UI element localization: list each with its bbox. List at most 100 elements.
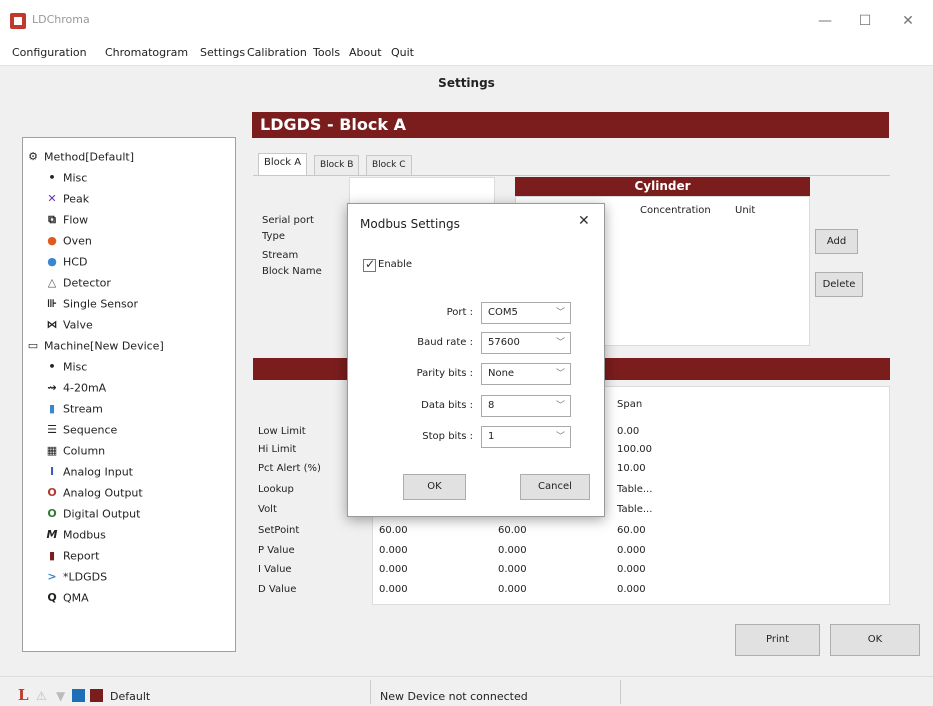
table-cell[interactable]: Table... (617, 504, 652, 515)
stream-icon: ▮ (48, 402, 56, 415)
tree-item-peak[interactable]: ✕ Peak (45, 188, 89, 209)
table-cell[interactable]: 100.00 (617, 444, 652, 455)
tree-item-oven[interactable]: ● Oven (45, 230, 92, 251)
chevron-down-icon: ﹀ (555, 338, 565, 348)
tree-item-stream[interactable]: ▮ Stream (45, 398, 103, 419)
settings-tree: ⚙ Method[Default] • Misc ✕ Peak ⧉ Flow ● Oven… (22, 137, 236, 652)
baud-rate-select[interactable]: 57600 ﹀ (481, 332, 571, 354)
delete-button[interactable]: Delete (815, 272, 863, 297)
print-button[interactable]: Print (735, 624, 820, 656)
menu-bar: Configuration Chromatogram Settings Cali… (0, 42, 933, 66)
table-row-label: Lookup (258, 484, 294, 495)
machine-icon: ▭ (27, 339, 39, 352)
tree-item-ldgds[interactable]: > *LDGDS (45, 566, 107, 587)
table-cell[interactable]: 0.00 (617, 426, 639, 437)
dialog-title: Modbus Settings (360, 217, 460, 231)
ok-button[interactable]: OK (830, 624, 920, 656)
stop-bits-select[interactable]: 1 ﹀ (481, 426, 571, 448)
data-bits-select[interactable]: 8 ﹀ (481, 395, 571, 417)
warning-icon: ⚠ (36, 689, 47, 703)
tab-block-c[interactable]: Block C (366, 155, 412, 175)
dialog-close-icon[interactable]: ✕ (578, 213, 590, 229)
method-status: Default (110, 690, 151, 703)
tree-item-column[interactable]: ▦ Column (45, 440, 105, 461)
table-row-label: Volt (258, 504, 277, 515)
dialog-cancel-button[interactable]: Cancel (520, 474, 590, 500)
menu-tools[interactable]: Tools (313, 46, 340, 59)
table-cell[interactable]: 0.000 (498, 545, 527, 556)
block-header: LDGDS - Block A (252, 112, 889, 138)
data-bits-label: Data bits : (421, 400, 473, 411)
unit-header: Unit (735, 205, 756, 216)
maximize-button[interactable]: ☐ (845, 10, 885, 32)
menu-configuration[interactable]: Configuration (12, 46, 87, 59)
tree-item-report[interactable]: ▮ Report (45, 545, 100, 566)
tree-item-sequence[interactable]: ☰ Sequence (45, 419, 117, 440)
menu-chromatogram[interactable]: Chromatogram (105, 46, 188, 59)
table-cell[interactable]: 60.00 (498, 525, 527, 536)
qma-icon: Q (47, 591, 57, 604)
table-cell[interactable]: 10.00 (617, 463, 646, 474)
menu-settings[interactable]: Settings (200, 46, 245, 59)
table-cell[interactable]: 60.00 (617, 525, 646, 536)
report-icon[interactable] (90, 689, 103, 702)
valve-icon: ⋈ (46, 318, 58, 331)
tree-item-modbus[interactable]: M Modbus (45, 524, 106, 545)
table-cell[interactable]: 0.000 (379, 564, 408, 575)
tree-item-misc[interactable]: • Misc (45, 167, 87, 188)
table-cell[interactable]: 0.000 (379, 584, 408, 595)
menu-about[interactable]: About (349, 46, 382, 59)
enable-checkbox[interactable] (363, 257, 376, 272)
save-icon[interactable] (72, 689, 85, 702)
stop-bits-label: Stop bits : (422, 431, 473, 442)
close-button[interactable]: ✕ (888, 10, 928, 32)
hcd-icon: ● (47, 255, 57, 268)
tree-item-machine-misc[interactable]: • Misc (45, 356, 87, 377)
status-divider (620, 680, 621, 704)
tree-item-4-20ma[interactable]: ⇝ 4-20mA (45, 377, 106, 398)
tree-item-flow[interactable]: ⧉ Flow (45, 209, 88, 230)
connection-status: New Device not connected (380, 690, 528, 703)
port-select[interactable]: COM5 ﹀ (481, 302, 571, 324)
tree-item-single-sensor[interactable]: ⊪ Single Sensor (45, 293, 138, 314)
dialog-ok-button[interactable]: OK (403, 474, 466, 500)
menu-quit[interactable]: Quit (391, 46, 414, 59)
tree-item-method[interactable]: ⚙ Method[Default] (26, 146, 134, 167)
table-row-label: Hi Limit (258, 444, 297, 455)
flow-icon: ⧉ (48, 213, 56, 226)
tree-item-valve[interactable]: ⋈ Valve (45, 314, 93, 335)
parity-bits-select[interactable]: None ﹀ (481, 363, 571, 385)
menu-calibration[interactable]: Calibration (247, 46, 307, 59)
app-title: LDChroma (32, 13, 90, 26)
table-row-label: SetPoint (258, 525, 300, 536)
tree-item-detector[interactable]: △ Detector (45, 272, 111, 293)
bullet-icon: • (48, 171, 56, 184)
status-logo: L (18, 686, 29, 704)
minimize-button[interactable]: — (805, 10, 845, 32)
tree-item-hcd[interactable]: ● HCD (45, 251, 87, 272)
block-name-label: Block Name (262, 266, 322, 277)
tree-item-analog-output[interactable]: O Analog Output (45, 482, 142, 503)
add-button[interactable]: Add (815, 229, 858, 254)
table-cell[interactable]: 0.000 (498, 584, 527, 595)
tree-item-qma[interactable]: Q QMA (45, 587, 88, 608)
table-cell[interactable]: 0.000 (379, 545, 408, 556)
table-cell[interactable]: 0.000 (617, 564, 646, 575)
detector-icon: △ (47, 276, 57, 289)
window-title: Settings (438, 76, 495, 90)
type-label: Type (262, 231, 285, 242)
concentration-header: Concentration (640, 205, 711, 216)
tab-block-b[interactable]: Block B (314, 155, 360, 175)
table-cell[interactable]: 0.000 (617, 545, 646, 556)
tree-item-analog-input[interactable]: I Analog Input (45, 461, 133, 482)
tree-item-machine[interactable]: ▭ Machine[New Device] (26, 335, 164, 356)
baud-rate-label: Baud rate : (417, 337, 473, 348)
tab-block-a[interactable]: Block A (258, 153, 308, 176)
table-cell[interactable]: Table... (617, 484, 652, 495)
digital-output-icon: O (47, 507, 57, 520)
table-cell[interactable]: 60.00 (379, 525, 408, 536)
table-cell[interactable]: 0.000 (498, 564, 527, 575)
tree-item-digital-output[interactable]: O Digital Output (45, 503, 140, 524)
table-cell[interactable]: 0.000 (617, 584, 646, 595)
peak-icon: ✕ (47, 192, 57, 205)
